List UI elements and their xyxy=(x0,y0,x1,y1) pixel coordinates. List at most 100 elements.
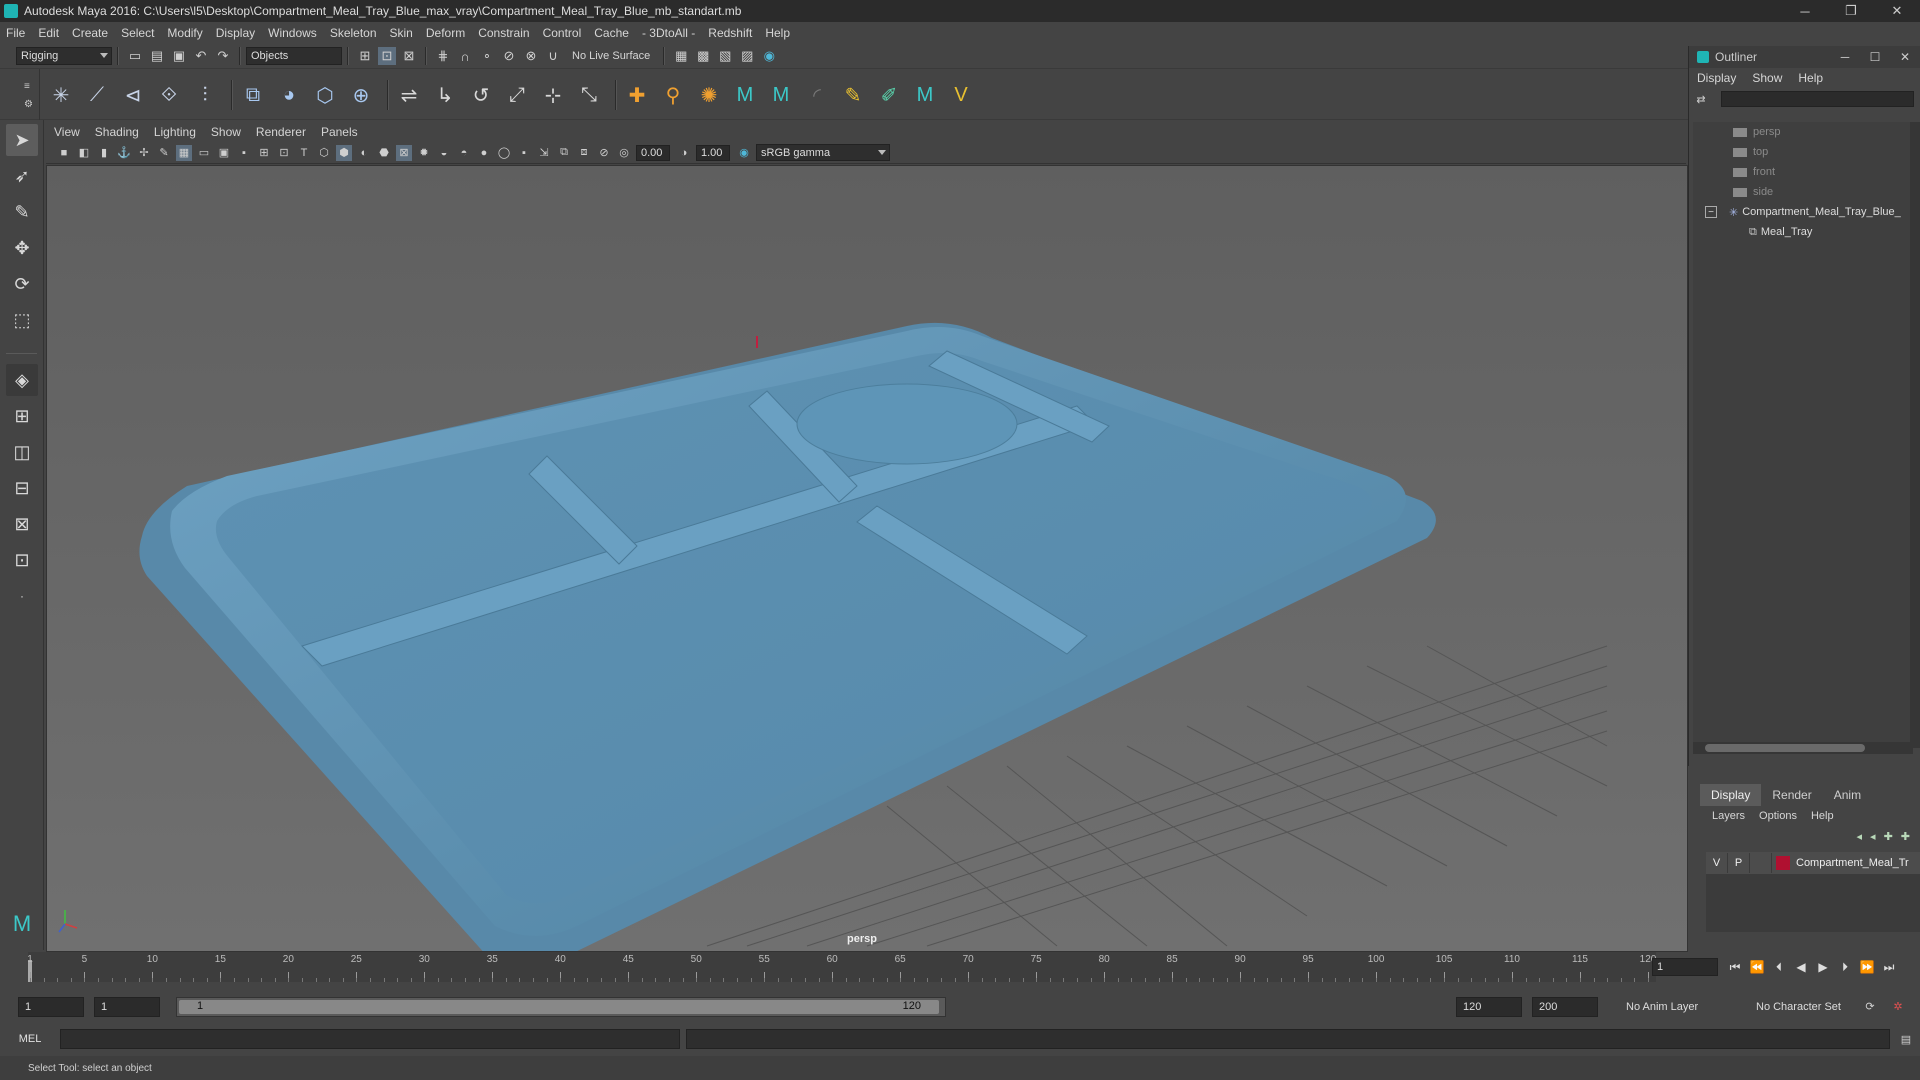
outliner-maximize-button[interactable]: ☐ xyxy=(1860,46,1890,68)
anim-prefs-icon[interactable]: ✲ xyxy=(1890,998,1906,1014)
redo-icon[interactable]: ↷ xyxy=(214,47,232,65)
ik-handle-icon[interactable]: ⟋ xyxy=(82,80,112,110)
menu-control[interactable]: Control xyxy=(543,26,582,40)
snap-grid-icon[interactable]: ⋕ xyxy=(434,47,452,65)
brush-icon[interactable]: ✐ xyxy=(874,80,904,110)
outliner-search-input[interactable] xyxy=(1721,91,1914,107)
outliner-item-persp[interactable]: persp xyxy=(1693,122,1913,142)
outliner-close-button[interactable]: ✕ xyxy=(1890,46,1920,68)
render-view-icon[interactable]: ▦ xyxy=(672,47,690,65)
ipr-render-icon[interactable]: ▧ xyxy=(716,47,734,65)
minimize-button[interactable]: ─ xyxy=(1782,0,1828,22)
locator-icon[interactable]: ✚ xyxy=(622,80,652,110)
maya-home-icon[interactable]: M xyxy=(6,908,38,940)
outliner-filter-icon[interactable]: ⇄ xyxy=(1693,91,1709,107)
mirror-joint-icon[interactable]: ⫶ xyxy=(190,80,220,110)
anim-layer-dropdown[interactable]: No Anim Layer xyxy=(1622,997,1736,1017)
new-scene-icon[interactable]: ▭ xyxy=(126,47,144,65)
save-scene-icon[interactable]: ▣ xyxy=(170,47,188,65)
outliner-menu-display[interactable]: Display xyxy=(1697,71,1736,85)
close-button[interactable]: ✕ xyxy=(1874,0,1920,22)
menu-cache[interactable]: Cache xyxy=(594,26,629,40)
vertex-icon[interactable]: V xyxy=(946,80,976,110)
wireframe-icon[interactable]: ⬡ xyxy=(316,145,332,161)
shelf-settings-icon[interactable]: ⚙ xyxy=(24,99,33,110)
outliner-item-mesh[interactable]: ⧉ Meal_Tray xyxy=(1693,222,1913,242)
undo-icon[interactable]: ↶ xyxy=(192,47,210,65)
outliner-minimize-button[interactable]: ─ xyxy=(1830,46,1860,68)
rotate-tool-icon[interactable]: ⟳ xyxy=(6,268,38,300)
menu-create[interactable]: Create xyxy=(72,26,108,40)
layer-move-up-icon[interactable]: ◂ xyxy=(1857,830,1863,843)
gate-mask-icon[interactable]: ▪ xyxy=(236,145,252,161)
scale-tool-icon[interactable]: ⬚ xyxy=(6,304,38,336)
outliner-vertical-scrollbar[interactable] xyxy=(1910,122,1920,748)
outliner-item-front[interactable]: front xyxy=(1693,162,1913,182)
menu-edit[interactable]: Edit xyxy=(38,26,59,40)
outliner-horizontal-scrollbar[interactable] xyxy=(1693,742,1913,754)
menu-skeleton[interactable]: Skeleton xyxy=(330,26,377,40)
layer-menu-layers[interactable]: Layers xyxy=(1712,810,1745,822)
render-frame-icon[interactable]: ▩ xyxy=(694,47,712,65)
ik-spline-icon[interactable]: ⊲ xyxy=(118,80,148,110)
menu-redshift[interactable]: Redshift xyxy=(708,26,752,40)
grid-toggle-icon[interactable]: ▦ xyxy=(176,144,192,161)
single-view-icon[interactable]: ◈ xyxy=(6,364,38,396)
wireframe-on-shaded-icon[interactable]: ⬣ xyxy=(376,145,392,161)
restore-button[interactable]: ❐ xyxy=(1828,0,1874,22)
paint-select-icon[interactable]: ✎ xyxy=(6,196,38,228)
layer-playback-toggle[interactable]: P xyxy=(1728,853,1750,873)
hypershade-persp-icon[interactable]: ⊡ xyxy=(6,544,38,576)
locator-joint-icon[interactable]: ⚲ xyxy=(658,80,688,110)
command-input[interactable] xyxy=(60,1029,680,1049)
outliner-item-group[interactable]: − ✳ Compartment_Meal_Tray_Blue_ xyxy=(1693,202,1913,222)
lasso-tool-icon[interactable]: ➶ xyxy=(6,160,38,192)
constraint-pole-icon[interactable]: ⤡ xyxy=(574,80,604,110)
bind-skin-icon[interactable]: ⧉ xyxy=(238,80,268,110)
layer-row[interactable]: V P Compartment_Meal_Tr xyxy=(1706,852,1920,874)
layer-visibility-toggle[interactable]: V xyxy=(1706,853,1728,873)
exposure-icon[interactable]: ◎ xyxy=(616,145,632,161)
joint-tool-icon[interactable]: ✳ xyxy=(46,80,76,110)
viewport-menu-show[interactable]: Show xyxy=(211,125,241,139)
viewport-menu-view[interactable]: View xyxy=(54,125,80,139)
xray-icon[interactable]: ⧉ xyxy=(556,145,572,161)
film-gate-icon[interactable]: ▭ xyxy=(196,145,212,161)
move-tool-icon[interactable]: ✥ xyxy=(6,232,38,264)
use-all-lights-icon[interactable]: ✹ xyxy=(416,145,432,161)
graph-persp-icon[interactable]: ⊠ xyxy=(6,508,38,540)
animation-start-field[interactable]: 1 xyxy=(18,997,84,1017)
range-thumb[interactable] xyxy=(179,1000,939,1014)
constraint-point-icon[interactable]: ⇌ xyxy=(394,80,424,110)
outliner-item-side[interactable]: side xyxy=(1693,182,1913,202)
animation-end-field[interactable]: 200 xyxy=(1532,997,1598,1017)
menu-windows[interactable]: Windows xyxy=(268,26,317,40)
maya-shelf-icon-c[interactable]: M xyxy=(910,80,940,110)
character-set-dropdown[interactable]: No Character Set xyxy=(1752,997,1866,1017)
snap-curve-icon[interactable]: ∩ xyxy=(456,47,474,65)
collapse-toggle-icon[interactable]: − xyxy=(1705,206,1717,218)
outliner-menu-help[interactable]: Help xyxy=(1798,71,1823,85)
go-to-end-icon[interactable]: ⏭ xyxy=(1878,958,1900,976)
select-tool-icon[interactable]: ➤ xyxy=(6,124,38,156)
snap-surface-icon[interactable]: ⊗ xyxy=(522,47,540,65)
isolate-select-icon[interactable]: ⇲ xyxy=(536,145,552,161)
select-hierarchy-icon[interactable]: ⊞ xyxy=(356,47,374,65)
viewport-menu-panels[interactable]: Panels xyxy=(321,125,358,139)
menuset-dropdown[interactable]: Rigging xyxy=(16,47,112,65)
playback-start-field[interactable]: 1 xyxy=(94,997,160,1017)
hik-icon[interactable]: ✺ xyxy=(694,80,724,110)
maya-shelf-icon-a[interactable]: M xyxy=(730,80,760,110)
selection-mode-dropdown[interactable]: Objects xyxy=(246,47,342,65)
viewport-menu-shading[interactable]: Shading xyxy=(95,125,139,139)
step-forward-key-icon[interactable]: ⏩ xyxy=(1856,958,1878,976)
play-backward-icon[interactable]: ◀ xyxy=(1790,958,1812,976)
smooth-shade-icon[interactable]: ⬢ xyxy=(336,144,352,161)
layer-menu-help[interactable]: Help xyxy=(1811,810,1834,822)
layer-new-icon[interactable]: ✚ xyxy=(1884,830,1893,843)
image-plane-icon[interactable]: ⚓ xyxy=(116,145,132,161)
insert-joint-icon[interactable]: ⟐ xyxy=(154,80,184,110)
color-management-icon[interactable]: ◉ xyxy=(736,145,752,161)
shadows-icon[interactable]: ◒ xyxy=(436,145,452,161)
snap-point-icon[interactable]: ∘ xyxy=(478,47,496,65)
